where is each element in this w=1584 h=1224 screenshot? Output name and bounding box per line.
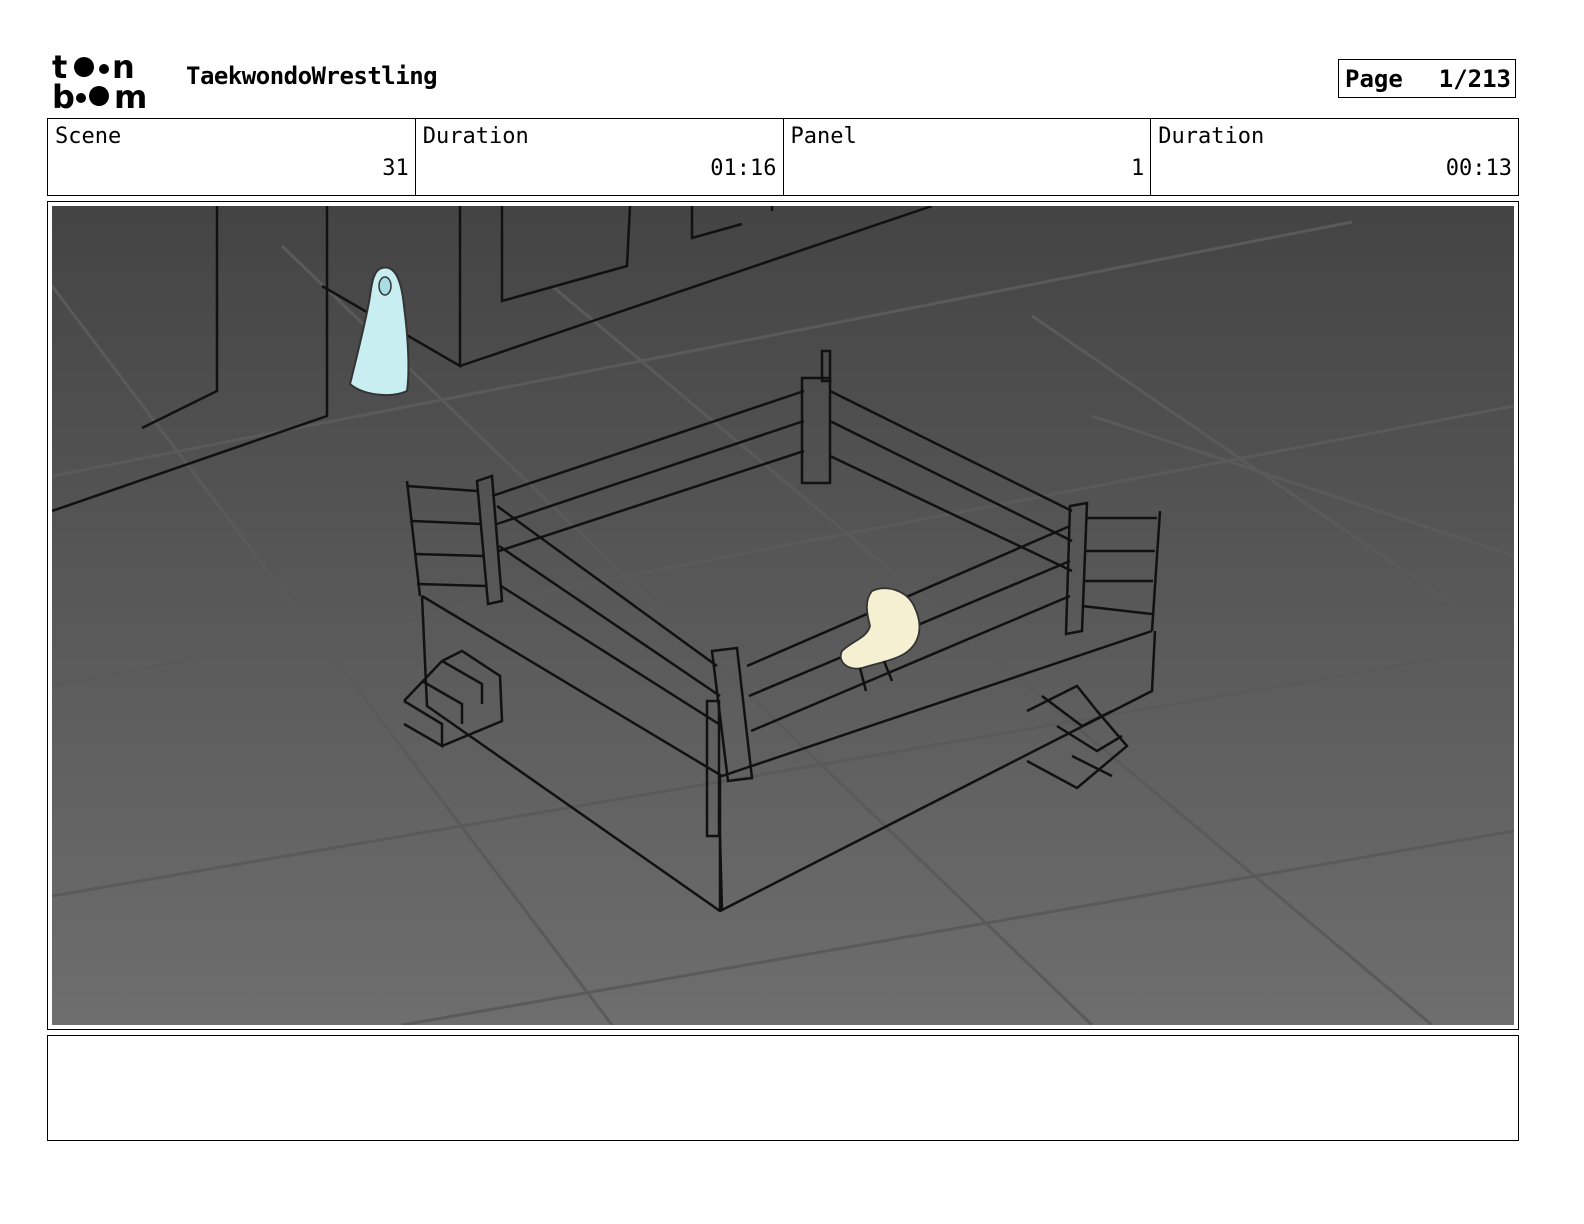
scene-label: Scene	[55, 124, 122, 149]
panel-duration-value: 00:13	[1445, 156, 1512, 181]
page-indicator: Page 1/213	[1338, 59, 1516, 98]
toonboom-logo: t n b m	[52, 50, 164, 112]
scene-duration-cell: Duration 01:16	[416, 119, 784, 195]
background	[52, 206, 1514, 1025]
panel-info-table: Scene 31 Duration 01:16 Panel 1 Duration…	[47, 118, 1519, 196]
storyboard-panel-image	[52, 206, 1514, 1025]
panel-frame	[47, 201, 1519, 1030]
page-label: Page	[1345, 65, 1403, 93]
panel-cell: Panel 1	[784, 119, 1152, 195]
panel-notes	[47, 1035, 1519, 1141]
panel-duration-cell: Duration 00:13	[1151, 119, 1518, 195]
page-value: 1/213	[1438, 65, 1511, 93]
project-title: TaekwondoWrestling	[186, 62, 438, 90]
scene-duration-value: 01:16	[710, 156, 777, 181]
panel-duration-label: Duration	[1158, 124, 1265, 149]
panel-value: 1	[1131, 156, 1145, 181]
svg-text:b: b	[52, 78, 75, 112]
scene-cell: Scene 31	[48, 119, 416, 195]
scene-value: 31	[382, 156, 409, 181]
svg-text:m: m	[114, 78, 147, 112]
sketch-svg	[52, 206, 1514, 1025]
panel-label: Panel	[790, 124, 857, 149]
scene-duration-label: Duration	[422, 124, 529, 149]
